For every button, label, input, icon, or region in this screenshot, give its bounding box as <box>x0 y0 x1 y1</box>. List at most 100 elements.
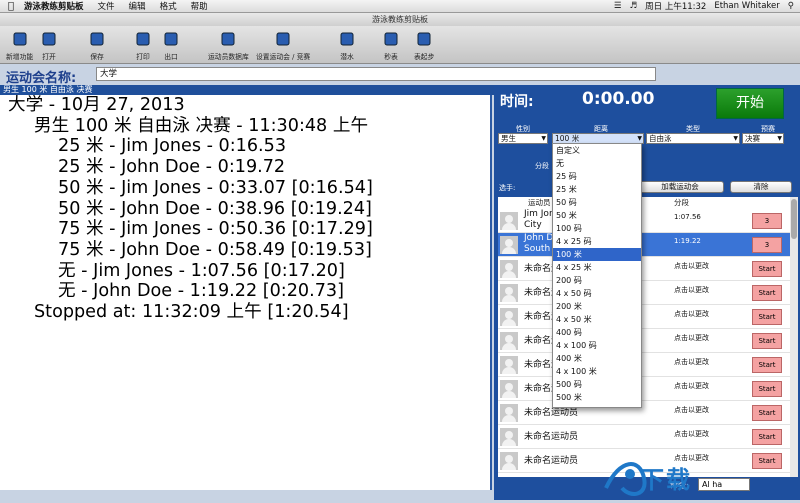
swimmer-split[interactable]: 1:07.56 <box>674 213 701 221</box>
lap-start-button[interactable]: Start <box>752 405 782 421</box>
toolbar-label: 表起步 <box>414 53 435 61</box>
dropdown-option[interactable]: 25 米 <box>553 183 641 196</box>
results-log[interactable]: 大学 - 10月 27, 2013 男生 100 米 自由泳 决赛 - 11:30… <box>0 95 492 490</box>
scrollbar-thumb[interactable] <box>791 199 797 239</box>
swimmer-split[interactable]: 点击以更改 <box>674 429 709 439</box>
swimmer-split[interactable]: 点击以更改 <box>674 405 709 415</box>
dropdown-option[interactable]: 4 x 50 米 <box>553 313 641 326</box>
toolbar-button-1[interactable]: 打开 <box>40 28 58 61</box>
swimmer-split[interactable]: 点击以更改 <box>674 285 709 295</box>
setup-meet-icon <box>274 30 292 48</box>
apple-menu-icon[interactable]:  <box>8 1 14 12</box>
swimmer-table: 运动员 分段 Jim Jones City 1:07.56 3 John Doe Sout… <box>498 197 790 477</box>
avatar <box>500 452 518 470</box>
swimmer-split[interactable]: 点击以更改 <box>674 261 709 271</box>
dropdown-option[interactable]: 500 米 <box>553 391 641 404</box>
table-row[interactable]: John Doe South 1:19.22 3 <box>498 233 790 257</box>
lap-start-button[interactable]: Start <box>752 309 782 325</box>
toolbar-button-9[interactable]: 表起步 <box>414 28 434 61</box>
dropdown-option[interactable]: 4 x 100 码 <box>553 339 641 352</box>
swimmer-split[interactable]: 点击以更改 <box>674 333 709 343</box>
menu-file[interactable]: 文件 <box>98 0 115 12</box>
log-line: 无 - John Doe - 1:19.22 [0:20.73] <box>58 281 344 302</box>
log-line: 50 米 - John Doe - 0:38.96 [0:19.24] <box>58 198 372 219</box>
swimmer-split[interactable]: 点击以更改 <box>674 381 709 391</box>
start-button[interactable]: 开始 <box>716 88 784 119</box>
table-row[interactable]: 未命名运动员 点击以更改 Start <box>498 353 790 377</box>
toolbar-button-5[interactable]: 运动员数据库 <box>208 28 249 61</box>
log-line: 25 米 - Jim Jones - 0:16.53 <box>58 136 287 157</box>
dropdown-option[interactable]: 200 码 <box>553 274 641 287</box>
menu-edit[interactable]: 编辑 <box>129 0 146 12</box>
wifi-icon[interactable]: ☰ <box>614 1 622 11</box>
meet-name-label: 运动会名称: <box>6 71 77 86</box>
lap-start-button[interactable]: Start <box>752 333 782 349</box>
gender-value: 男生 <box>501 134 516 143</box>
lap-start-button[interactable]: Start <box>752 429 782 445</box>
dropdown-option[interactable]: 100 米 <box>553 248 641 261</box>
volume-icon[interactable]: ♬ <box>630 1 638 11</box>
toolbar-button-8[interactable]: 秒表 <box>382 28 400 61</box>
dropdown-option[interactable]: 4 x 25 米 <box>553 261 641 274</box>
search-icon[interactable]: ⚲ <box>788 1 794 11</box>
toolbar-label: 运动员数据库 <box>208 53 249 61</box>
scrollbar[interactable] <box>790 197 798 477</box>
lap-start-button[interactable]: Start <box>752 261 782 277</box>
load-meet-button[interactable]: 加载运动会 <box>636 181 724 193</box>
dropdown-option[interactable]: 无 <box>553 157 641 170</box>
dropdown-option[interactable]: 400 米 <box>553 352 641 365</box>
swimmer-split[interactable]: 点击以更改 <box>674 357 709 367</box>
app-menu[interactable]: 游泳教练剪贴板 <box>24 0 84 12</box>
lap-start-button[interactable]: Start <box>752 381 782 397</box>
table-row[interactable]: 未命名运动员 点击以更改 Start <box>498 281 790 305</box>
chevron-down-icon: ▼ <box>541 135 546 142</box>
toolbar-button-6[interactable]: 设置运动会 / 竞赛 <box>256 28 310 61</box>
toolbar-button-3[interactable]: 打印 <box>134 28 152 61</box>
dropdown-option[interactable]: 100 码 <box>553 222 641 235</box>
avatar <box>500 380 518 398</box>
table-row[interactable]: 未命名运动员 点击以更改 Start <box>498 377 790 401</box>
round-select[interactable]: 决赛 ▼ <box>742 133 784 144</box>
table-row[interactable]: 未命名运动员 点击以更改 Start <box>498 401 790 425</box>
distance-value: 100 米 <box>555 134 580 143</box>
table-row[interactable]: Jim Jones City 1:07.56 3 <box>498 209 790 233</box>
dropdown-option[interactable]: 200 米 <box>553 300 641 313</box>
dropdown-option[interactable]: 4 x 100 米 <box>553 365 641 378</box>
menu-help[interactable]: 帮助 <box>191 0 208 12</box>
meet-name-input[interactable]: 大学 <box>96 67 656 81</box>
swimmer-split[interactable]: 1:19.22 <box>674 237 701 245</box>
swimmer-name-text: 未命名运动员 <box>524 432 579 442</box>
dropdown-option[interactable]: 50 码 <box>553 196 641 209</box>
toolbar-button-7[interactable]: 潜水 <box>338 28 356 61</box>
dropdown-option[interactable]: 自定义 <box>553 144 641 157</box>
user-name[interactable]: Ethan Whitaker <box>714 1 779 11</box>
clear-button[interactable]: 清除 <box>730 181 792 193</box>
clock[interactable]: 周日 上午11:32 <box>645 0 706 12</box>
swimmer-split[interactable]: 点击以更改 <box>674 309 709 319</box>
dropdown-option[interactable]: 25 码 <box>553 170 641 183</box>
swimmer-name-text: 未命名运动员 <box>524 408 579 418</box>
split-label: 分段 <box>535 162 549 170</box>
dropdown-option[interactable]: 400 码 <box>553 326 641 339</box>
menu-bar:  游泳教练剪贴板 文件 编辑 格式 帮助 ☰ ♬ 周日 上午11:32 Eth… <box>0 0 800 13</box>
menu-format[interactable]: 格式 <box>160 0 177 12</box>
gender-select[interactable]: 男生 ▼ <box>498 133 548 144</box>
toolbar-button-0[interactable]: 新增功能 <box>6 28 33 61</box>
table-row[interactable]: 未命名运动员 点击以更改 Start <box>498 257 790 281</box>
dropdown-option[interactable]: 50 米 <box>553 209 641 222</box>
toolbar-button-4[interactable]: 出口 <box>162 28 180 61</box>
toolbar-button-2[interactable]: 保存 <box>88 28 106 61</box>
table-row[interactable]: 未命名运动员 点击以更改 Start <box>498 425 790 449</box>
dropdown-option[interactable]: 500 码 <box>553 378 641 391</box>
toolbar-label: 新增功能 <box>6 53 34 61</box>
dropdown-option[interactable]: 4 x 50 码 <box>553 287 641 300</box>
stroke-select[interactable]: 自由泳 ▼ <box>646 133 740 144</box>
lap-start-button[interactable]: Start <box>752 285 782 301</box>
toolbar: 新增功能 打开 保存 打印 出口 运动员数据库 设置运动会 / 竞赛 潜水 秒表 表起步 <box>0 26 800 64</box>
table-row[interactable]: 未命名运动员 点击以更改 Start <box>498 329 790 353</box>
lap-start-button[interactable]: Start <box>752 357 782 373</box>
dropdown-option[interactable]: 4 x 25 码 <box>553 235 641 248</box>
lap-start-button[interactable]: 3 <box>752 237 782 253</box>
lap-start-button[interactable]: 3 <box>752 213 782 229</box>
table-row[interactable]: 未命名运动员 点击以更改 Start <box>498 305 790 329</box>
